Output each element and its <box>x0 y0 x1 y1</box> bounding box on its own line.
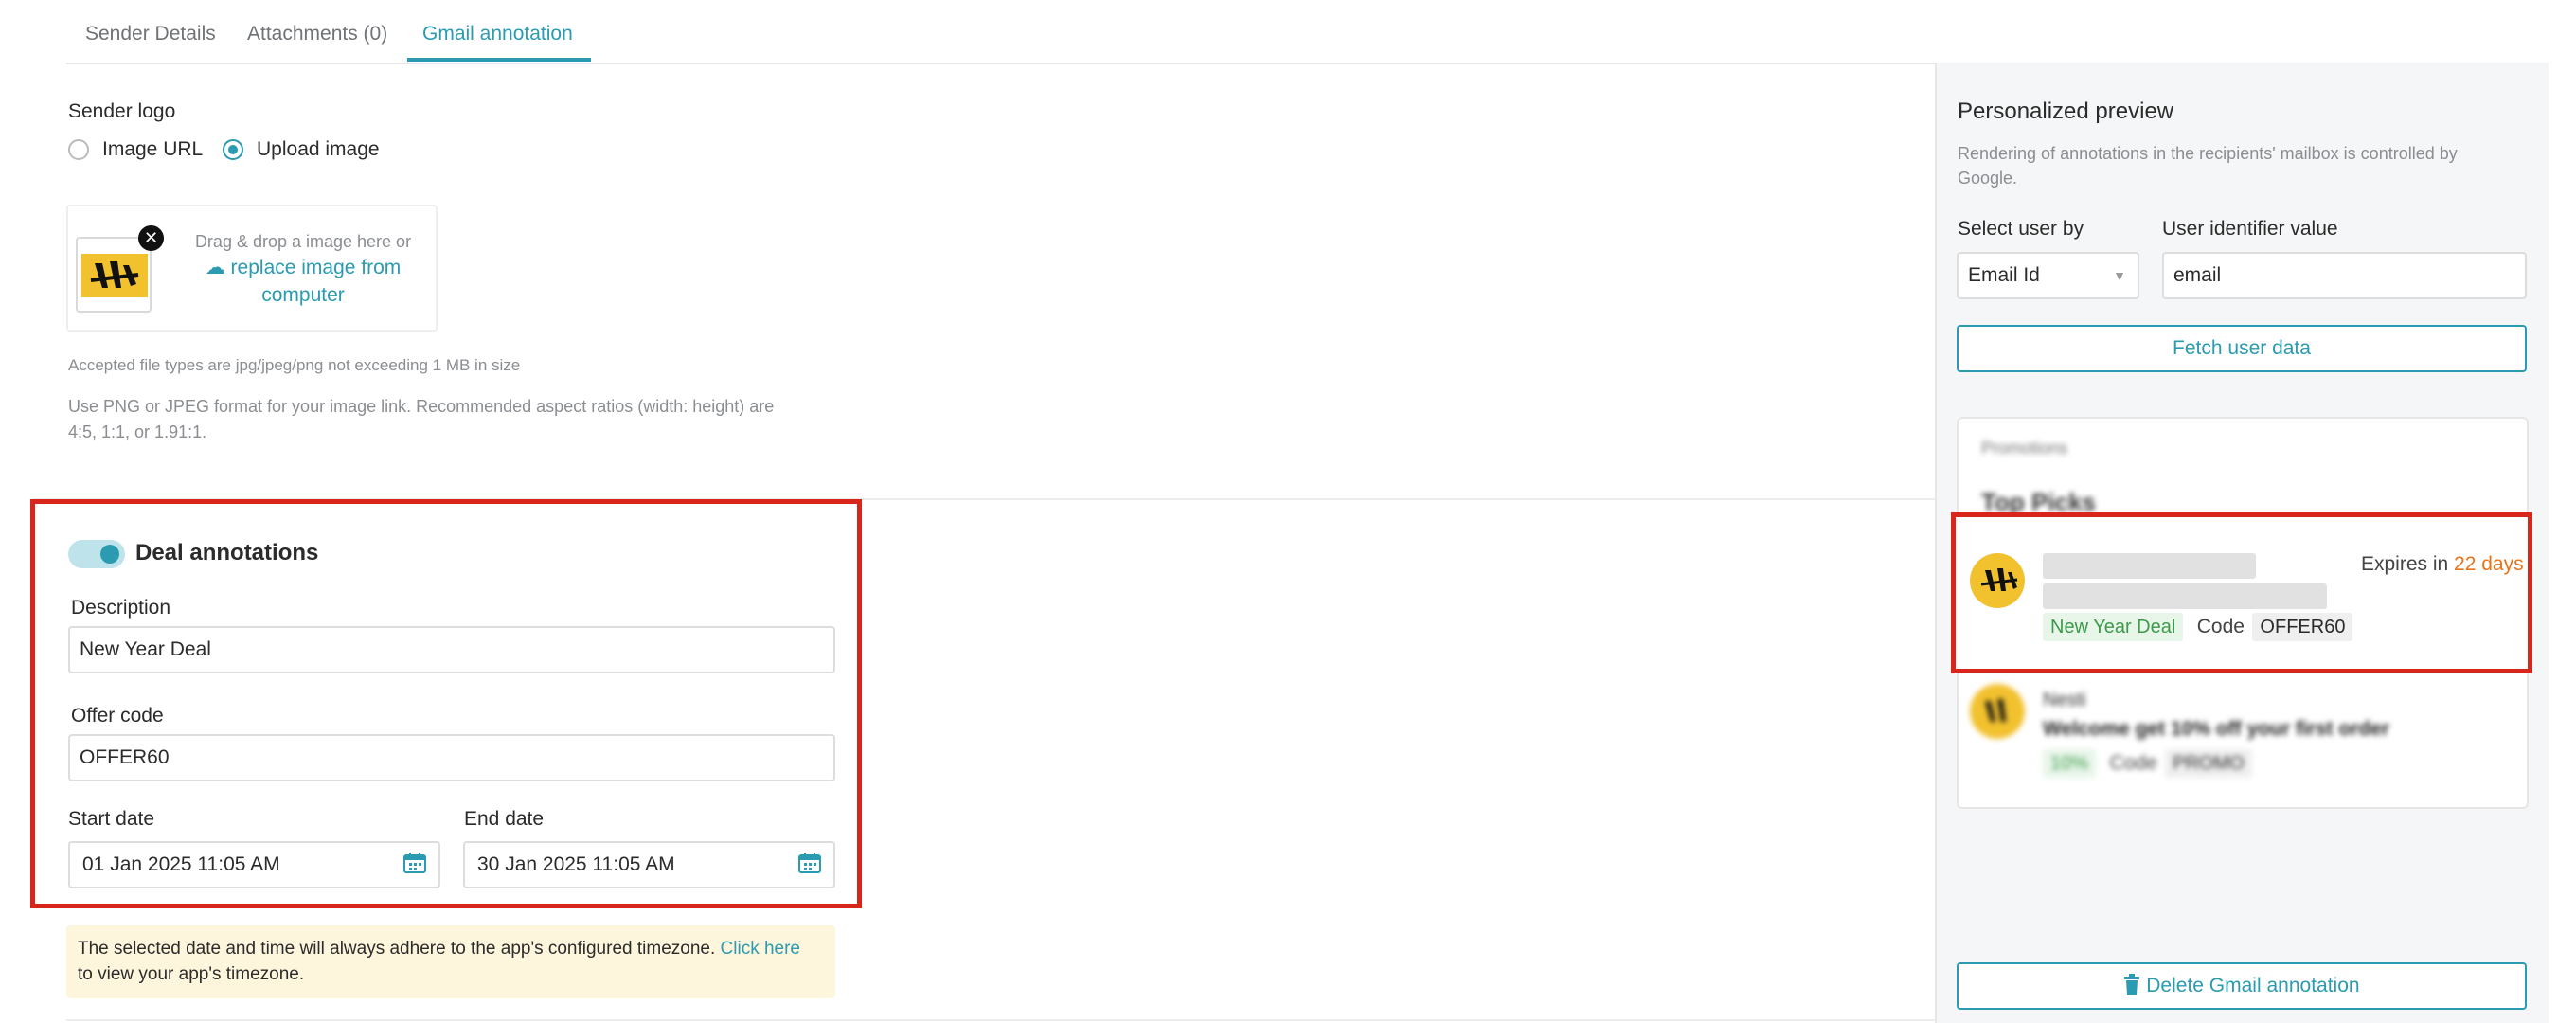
second-sender-name: Nesti <box>2043 690 2086 710</box>
remove-image-icon[interactable]: ✕ <box>138 225 164 251</box>
end-date-input[interactable]: 30 Jan 2025 11:05 AM <box>463 841 835 888</box>
fetch-user-data-button[interactable]: Fetch user data <box>1957 325 2527 372</box>
start-date-input[interactable]: 01 Jan 2025 11:05 AM <box>68 841 440 888</box>
offer-code-chip: OFFER60 <box>2252 613 2353 641</box>
end-date-label: End date <box>464 808 545 830</box>
select-user-value: Email Id <box>1968 264 2040 286</box>
replace-image-link-wrap[interactable]: ☁ replace image from computer <box>189 254 417 309</box>
preview-subtitle-line2: Google. <box>1958 169 2018 188</box>
format-note-line2: 4:5, 1:1, or 1.91:1. <box>68 422 207 441</box>
expires-prefix: Expires in <box>2361 553 2449 575</box>
upload-image-radio[interactable] <box>223 139 243 160</box>
preview-title: Personalized preview <box>1958 99 2174 124</box>
second-chip-row: 10% Code PROMO <box>2043 749 2252 778</box>
user-identifier-label: User identifier value <box>2162 218 2338 240</box>
cloud-upload-icon: ☁ <box>205 257 225 278</box>
expires-days: 22 days <box>2454 553 2524 575</box>
second-sender-avatar <box>1970 684 2025 739</box>
start-date-calendar-icon[interactable] <box>402 852 427 879</box>
code-label: Code <box>2196 616 2245 637</box>
timezone-click-here-link[interactable]: Click here <box>721 939 800 959</box>
start-date-label: Start date <box>68 808 155 830</box>
delete-gmail-annotation-button[interactable]: Delete Gmail annotation <box>1957 962 2527 1010</box>
toggle-knob <box>100 545 119 564</box>
tab-bar: Sender Details Attachments (0) Gmail ann… <box>66 0 2548 64</box>
preview-subtitle-line1: Rendering of annotations in the recipien… <box>1958 144 2458 163</box>
dropzone-instructions: Drag & drop a image here or ☁ replace im… <box>189 229 417 309</box>
logo-image <box>81 254 148 297</box>
bottom-divider <box>66 1019 1935 1021</box>
drag-drop-text: Drag & drop a image here or <box>194 232 412 251</box>
upload-image-radio-label[interactable]: Upload image <box>257 138 380 161</box>
description-input[interactable]: New Year Deal <box>68 626 835 673</box>
deal-annotations-toggle[interactable] <box>68 540 125 568</box>
tab-gmail-annotation[interactable]: Gmail annotation <box>422 23 573 45</box>
timezone-notice-text: The selected date and time will always a… <box>78 939 716 959</box>
image-url-radio-label[interactable]: Image URL <box>102 138 203 161</box>
accepted-file-note: Accepted file types are jpg/jpeg/png not… <box>68 356 521 374</box>
subject-placeholder <box>2043 583 2327 609</box>
second-code-label: Code <box>2109 752 2157 774</box>
trash-icon <box>2123 974 2146 996</box>
expires-text: Expires in 22 days <box>2361 553 2524 576</box>
offer-code-label: Offer code <box>71 705 164 727</box>
user-identifier-input[interactable]: email <box>2162 252 2527 299</box>
sender-name-placeholder <box>2043 553 2256 579</box>
second-subject: Welcome get 10% off your first order <box>2043 718 2390 740</box>
format-note-line1: Use PNG or JPEG format for your image li… <box>68 397 775 416</box>
select-user-label: Select user by <box>1958 218 2084 240</box>
tab-sender-details[interactable]: Sender Details <box>85 23 216 45</box>
second-deal-chip: 10% <box>2043 749 2097 778</box>
end-date-value: 30 Jan 2025 11:05 AM <box>477 853 675 875</box>
timezone-notice: The selected date and time will always a… <box>66 925 835 998</box>
deal-chip-row: New Year Deal Code OFFER60 <box>2043 613 2353 641</box>
tab-attachments[interactable]: Attachments (0) <box>247 23 387 45</box>
sender-logo-thumbnail <box>76 237 152 313</box>
select-user-dropdown[interactable]: Email Id ▼ <box>1957 252 2139 299</box>
description-label: Description <box>71 597 171 619</box>
sender-avatar <box>1970 553 2025 608</box>
active-tab-indicator <box>407 58 591 62</box>
image-url-radio[interactable] <box>68 139 89 160</box>
chevron-down-icon: ▼ <box>2113 268 2126 283</box>
offer-code-input[interactable]: OFFER60 <box>68 734 835 781</box>
second-code-chip: PROMO <box>2165 749 2252 778</box>
deal-description-chip: New Year Deal <box>2043 613 2184 641</box>
delete-button-label: Delete Gmail annotation <box>2146 975 2360 996</box>
promotions-category: Promotions <box>1981 439 2068 458</box>
start-date-value: 01 Jan 2025 11:05 AM <box>82 853 280 875</box>
end-date-calendar-icon[interactable] <box>797 852 822 879</box>
replace-image-link[interactable]: replace image from computer <box>231 257 402 306</box>
deal-annotations-label: Deal annotations <box>135 540 319 565</box>
sender-logo-title: Sender logo <box>68 100 176 122</box>
timezone-notice-text2: to view your app's timezone. <box>78 964 305 984</box>
